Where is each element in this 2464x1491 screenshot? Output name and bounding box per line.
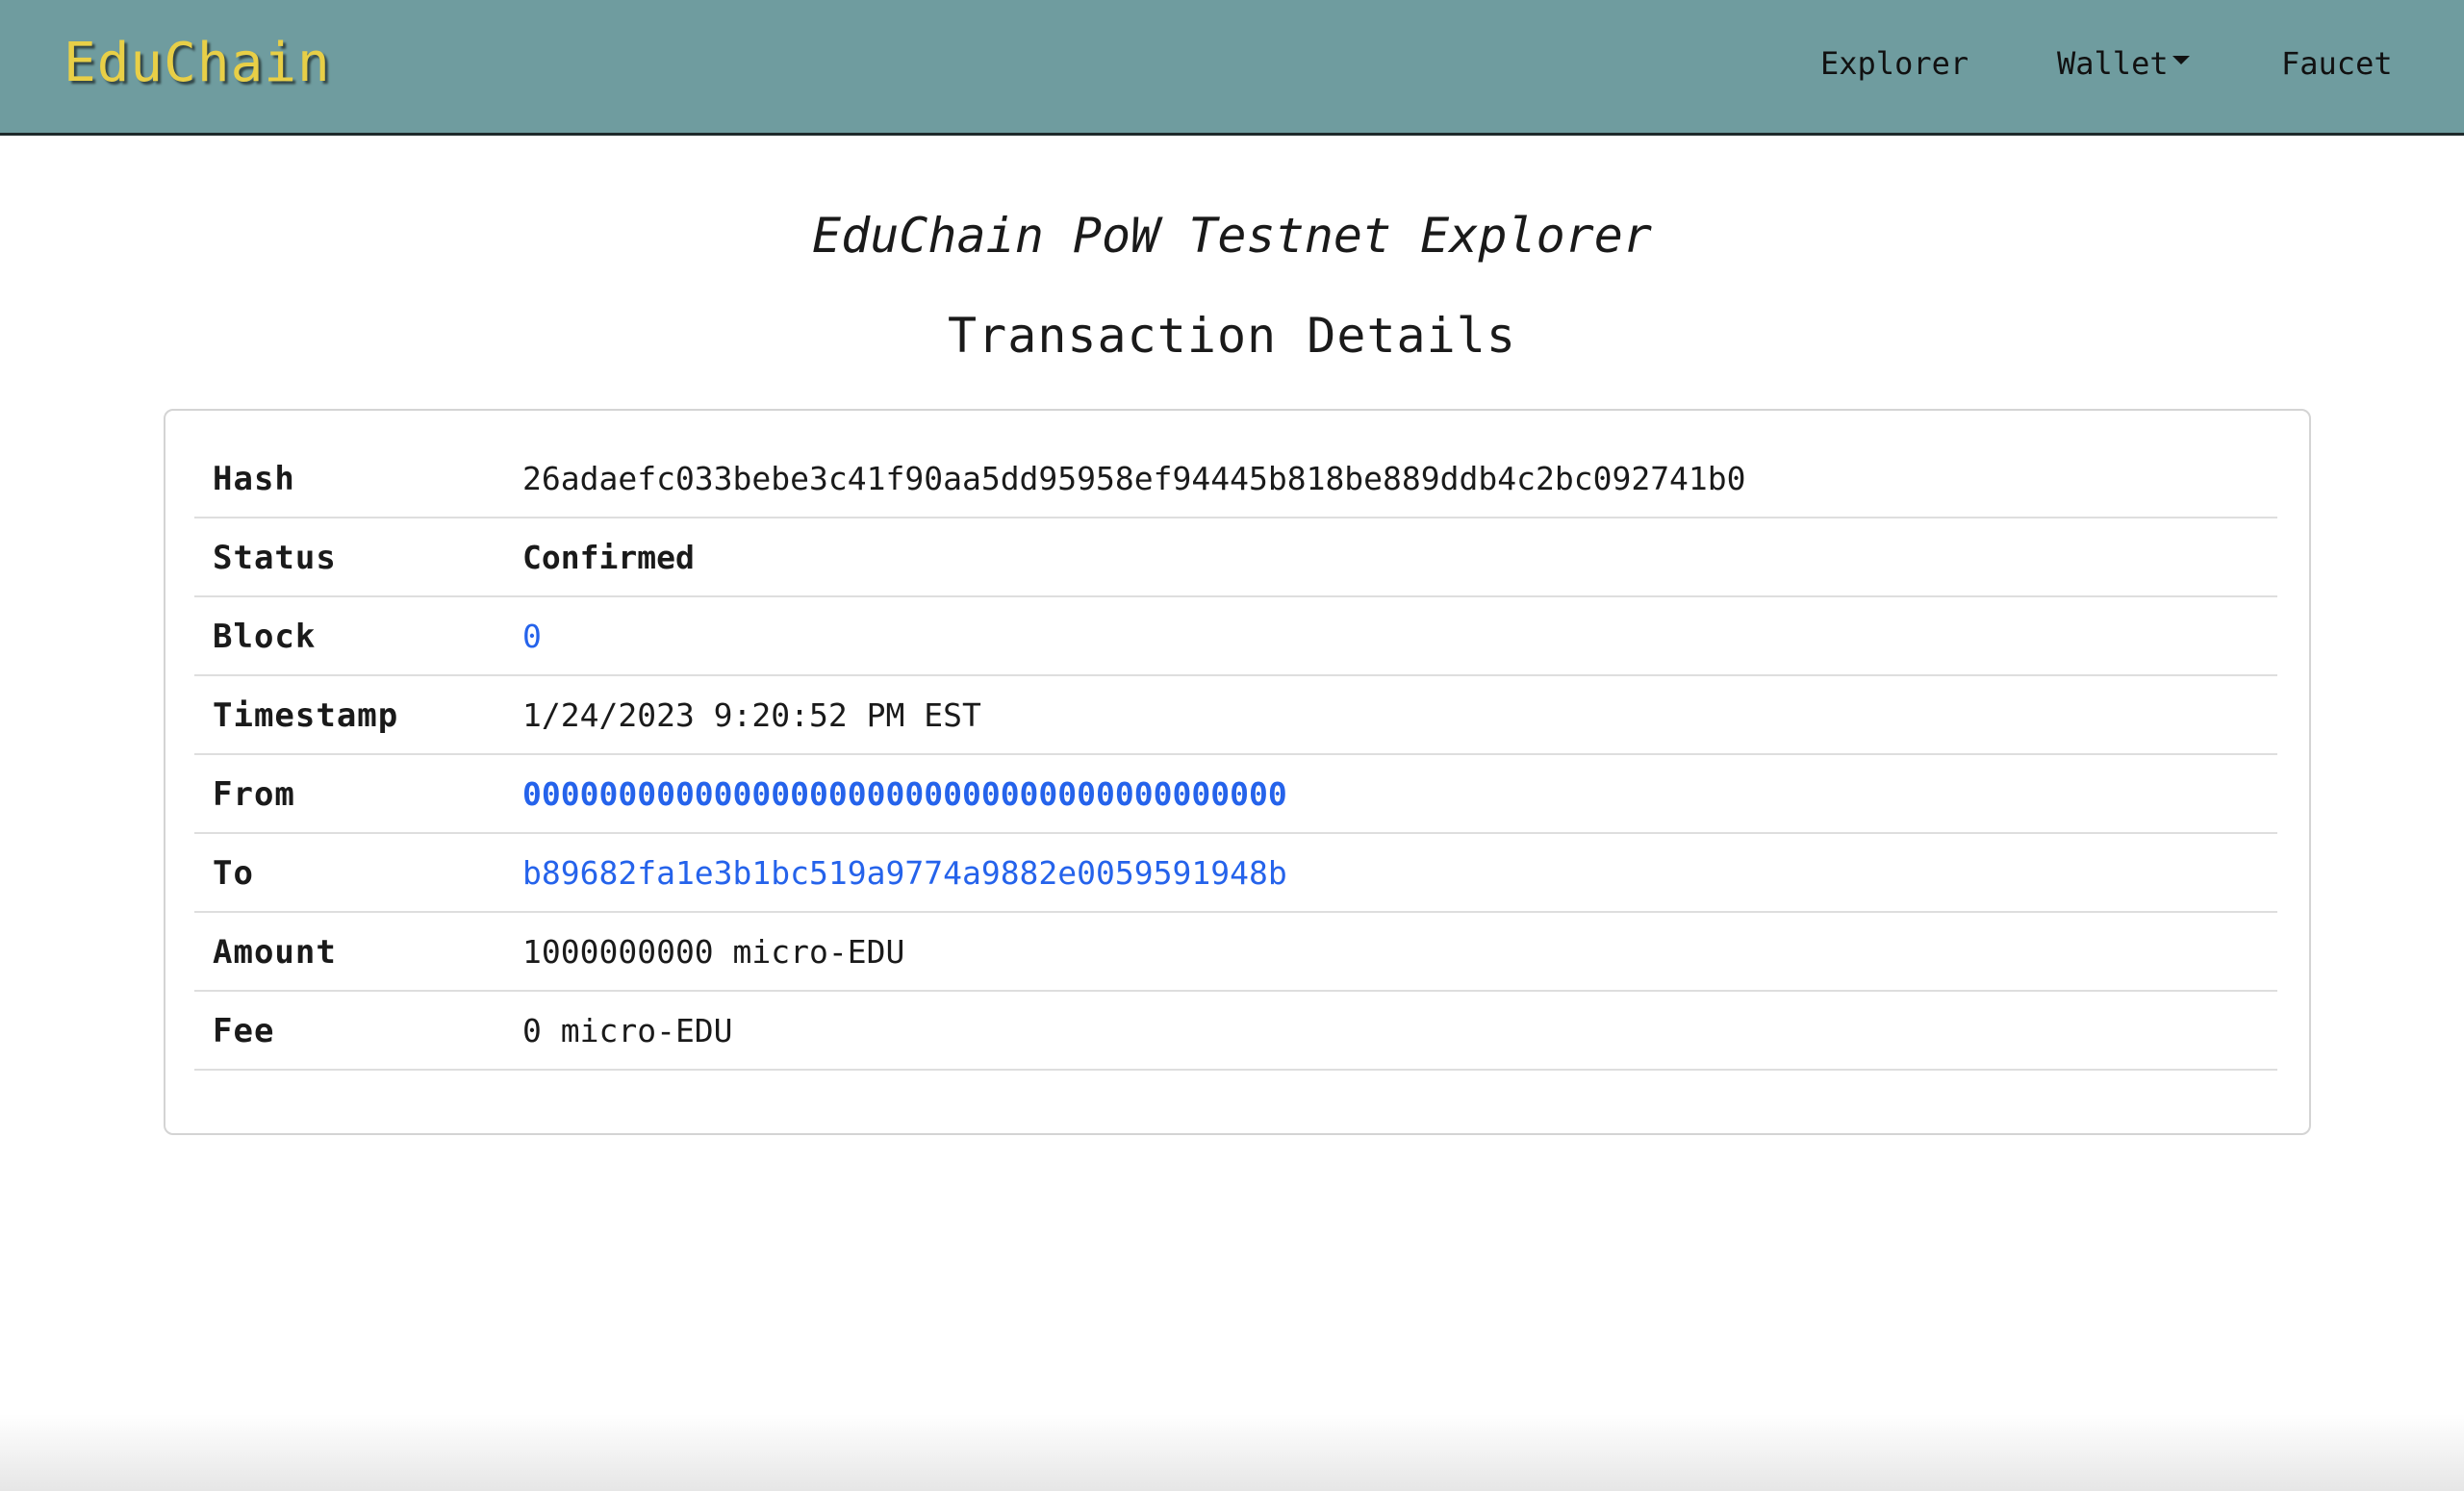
page-title: Transaction Details <box>948 308 1516 364</box>
page-subtitle: EduChain PoW Testnet Explorer <box>812 208 1652 264</box>
detail-label: Amount <box>213 933 337 972</box>
block-link[interactable]: 0 <box>522 597 542 676</box>
detail-label: Block <box>213 618 317 656</box>
chevron-down-icon <box>2172 55 2190 64</box>
detail-row-to: To b89682fa1e3b1bc519a9774a9882e00595919… <box>194 834 2277 913</box>
nav-explorer-link[interactable]: Explorer <box>1820 42 1969 85</box>
status-value: Confirmed <box>522 539 695 576</box>
detail-label: Status <box>213 539 337 577</box>
to-address-link[interactable]: b89682fa1e3b1bc519a9774a9882e0059591948b <box>522 834 1287 913</box>
detail-label: Hash <box>213 460 295 498</box>
detail-row-status: Status Confirmed <box>194 518 2277 597</box>
from-address-link[interactable]: 0000000000000000000000000000000000000000 <box>522 755 1287 834</box>
detail-label: From <box>213 775 295 814</box>
fee-value: 0 micro-EDU <box>522 1012 733 1049</box>
page-bottom-shadow <box>0 1414 2464 1491</box>
nav-wallet-dropdown[interactable]: Wallet <box>2057 42 2190 85</box>
amount-value: 1000000000 micro-EDU <box>522 933 905 971</box>
detail-row-from: From 00000000000000000000000000000000000… <box>194 755 2277 834</box>
transaction-hash-value: 26adaefc033bebe3c41f90aa5dd95958ef94445b… <box>522 460 1746 497</box>
detail-label: Fee <box>213 1012 275 1050</box>
detail-row-block: Block 0 <box>194 597 2277 676</box>
timestamp-value: 1/24/2023 9:20:52 PM EST <box>522 696 981 734</box>
detail-row-hash: Hash 26adaefc033bebe3c41f90aa5dd95958ef9… <box>194 440 2277 518</box>
top-navbar: EduChain Explorer Wallet Faucet <box>0 0 2464 136</box>
brand-logo[interactable]: EduChain <box>64 27 331 100</box>
nav-faucet-link[interactable]: Faucet <box>2281 42 2393 85</box>
detail-label: Timestamp <box>213 696 399 735</box>
detail-row-amount: Amount 1000000000 micro-EDU <box>194 913 2277 992</box>
detail-label: To <box>213 854 254 893</box>
detail-row-timestamp: Timestamp 1/24/2023 9:20:52 PM EST <box>194 676 2277 755</box>
nav-wallet-label: Wallet <box>2057 45 2169 82</box>
detail-row-fee: Fee 0 micro-EDU <box>194 992 2277 1071</box>
